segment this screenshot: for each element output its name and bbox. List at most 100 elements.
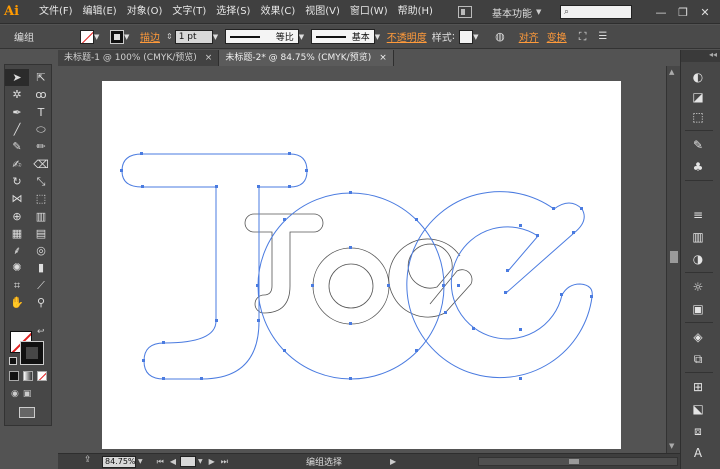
next-artboard-icon[interactable]: ▶	[209, 457, 215, 466]
transform-link[interactable]: 变换	[547, 29, 567, 44]
chevron-down-icon[interactable]: ▼	[94, 30, 102, 44]
share-icon[interactable]: ⇪	[84, 455, 92, 465]
gradient-icon[interactable]: ▥	[689, 228, 707, 246]
tab-close-icon[interactable]: ×	[379, 50, 387, 66]
dock-collapse-icon[interactable]: ◂◂	[681, 50, 720, 62]
swap-fill-stroke-icon[interactable]: ↩	[37, 327, 45, 337]
fill-color-swatch[interactable]	[80, 29, 94, 44]
draw-mode-icon[interactable]: ◉	[11, 389, 19, 399]
artboard-number-field[interactable]	[179, 456, 196, 467]
scroll-down-icon[interactable]: ▼	[669, 442, 674, 450]
blob-brush-tool-icon[interactable]: ✍	[5, 155, 29, 172]
column-graph-tool-icon[interactable]: ▮	[29, 259, 53, 276]
first-artboard-icon[interactable]: ⏮	[157, 457, 164, 467]
stroke-panel-link[interactable]: 描边	[140, 29, 160, 44]
close-button[interactable]: ✕	[694, 6, 716, 19]
symbols-icon[interactable]: ♣	[689, 158, 707, 176]
recolor-artwork-icon[interactable]: ◍	[495, 30, 505, 43]
stroke-icon[interactable]: ≡	[689, 206, 707, 224]
layers-icon[interactable]: ◈	[689, 328, 707, 346]
variable-width-profile[interactable]: 等比	[224, 29, 299, 44]
chevron-down-icon[interactable]: ▼	[299, 30, 307, 44]
opacity-link[interactable]: 不透明度	[387, 29, 427, 44]
horizontal-scroll-thumb[interactable]	[569, 459, 579, 464]
selection-tool-icon[interactable]: ➤	[5, 69, 29, 87]
chevron-down-icon[interactable]: ▼	[375, 30, 383, 44]
graphic-style-swatch[interactable]	[459, 29, 474, 44]
slice-tool-icon[interactable]: ⟋	[29, 277, 53, 294]
artboard-tool-icon[interactable]: ⌗	[5, 277, 29, 294]
menu-view[interactable]: 视图(V)	[300, 0, 345, 24]
joe-lettering-artwork[interactable]	[102, 81, 621, 449]
last-artboard-icon[interactable]: ⏭	[221, 457, 228, 467]
symbol-sprayer-tool-icon[interactable]: ✺	[5, 259, 29, 276]
minimize-button[interactable]: —	[650, 6, 672, 19]
gradient-mode-icon[interactable]	[23, 371, 33, 381]
tab-document-1[interactable]: 未标题-1 @ 100% (CMYK/预览) ×	[58, 50, 220, 66]
none-mode-icon[interactable]	[37, 371, 47, 381]
ellipse-tool-icon[interactable]: ⬭	[29, 121, 53, 138]
artboards-icon[interactable]: ⧉	[689, 350, 707, 368]
paintbrush-tool-icon[interactable]: ✎	[5, 138, 29, 155]
panel-menu-icon[interactable]: ☰	[598, 31, 607, 42]
lasso-tool-icon[interactable]: ꝏ	[29, 86, 53, 103]
chevron-down-icon[interactable]: ▼	[473, 30, 481, 44]
character-icon[interactable]: A	[689, 444, 707, 462]
gradient-tool-icon[interactable]: ▤	[29, 225, 53, 242]
stepper-icon[interactable]: ⇕	[166, 32, 173, 41]
restore-button[interactable]: ❐	[672, 6, 694, 19]
color-guide-icon[interactable]: ◪	[689, 88, 707, 106]
menu-select[interactable]: 选择(S)	[211, 0, 255, 24]
chevron-down-icon[interactable]: ▼	[124, 30, 132, 44]
align-icon[interactable]: ⊞	[689, 378, 707, 396]
brushes-icon[interactable]: ✎	[689, 136, 707, 154]
stroke-swatch[interactable]	[20, 341, 44, 365]
color-mode-icon[interactable]	[9, 371, 19, 381]
menu-help[interactable]: 帮助(H)	[393, 0, 438, 24]
width-tool-icon[interactable]: ⋈	[5, 190, 29, 207]
artboard[interactable]	[102, 81, 621, 449]
graphic-styles-icon[interactable]: ▣	[689, 300, 707, 318]
blend-tool-icon[interactable]: ◎	[29, 242, 53, 259]
tab-document-2[interactable]: 未标题-2* @ 84.75% (CMYK/预览) ×	[219, 50, 394, 66]
direct-selection-tool-icon[interactable]: ⇱	[29, 69, 53, 86]
menu-type[interactable]: 文字(T)	[167, 0, 211, 24]
color-icon[interactable]: ◐	[689, 68, 707, 86]
pathfinder-icon[interactable]: ⧈	[689, 422, 707, 440]
appearance-icon[interactable]: ☼	[689, 278, 707, 296]
stroke-color-swatch[interactable]	[110, 29, 124, 44]
chevron-down-icon[interactable]: ▼	[138, 458, 143, 465]
pencil-tool-icon[interactable]: ✏	[29, 138, 53, 155]
scale-tool-icon[interactable]: ⤡	[29, 173, 53, 190]
menu-effect[interactable]: 效果(C)	[255, 0, 300, 24]
search-input[interactable]: ⌕	[560, 5, 632, 19]
menu-window[interactable]: 窗口(W)	[345, 0, 393, 24]
type-tool-icon[interactable]: T	[29, 104, 53, 121]
prev-artboard-icon[interactable]: ◀	[170, 457, 176, 466]
transform-icon[interactable]: ⬕	[689, 400, 707, 418]
pen-tool-icon[interactable]: ✒	[5, 104, 29, 121]
stroke-weight-field[interactable]: 1 pt	[174, 29, 213, 44]
eraser-tool-icon[interactable]: ⌫	[29, 155, 53, 172]
tab-close-icon[interactable]: ×	[205, 50, 213, 66]
line-tool-icon[interactable]: ╱	[5, 121, 29, 138]
shape-builder-tool-icon[interactable]: ⊕	[5, 207, 29, 224]
canvas-area[interactable]	[58, 66, 666, 453]
workspace-switcher[interactable]: 基本功能	[492, 5, 532, 20]
hand-tool-icon[interactable]: ✋	[5, 294, 29, 311]
chevron-down-icon[interactable]: ▼	[198, 458, 203, 465]
scroll-up-icon[interactable]: ▲	[669, 68, 674, 76]
arrange-documents-icon[interactable]	[458, 6, 472, 18]
free-transform-tool-icon[interactable]: ⬚	[29, 190, 53, 207]
screen-mode-icon[interactable]	[19, 407, 35, 418]
swatches-icon[interactable]: ⬚	[689, 108, 707, 126]
horizontal-scrollbar[interactable]	[478, 457, 678, 466]
isolate-group-icon[interactable]: ⛶	[579, 30, 587, 44]
menu-object[interactable]: 对象(O)	[122, 0, 168, 24]
draw-behind-icon[interactable]: ▣	[23, 389, 32, 399]
transparency-icon[interactable]: ◑	[689, 250, 707, 268]
mesh-tool-icon[interactable]: ▦	[5, 225, 29, 242]
align-link[interactable]: 对齐	[519, 29, 539, 44]
vertical-scroll-thumb[interactable]	[670, 251, 678, 263]
zoom-level-field[interactable]: 84.75%	[102, 455, 136, 468]
